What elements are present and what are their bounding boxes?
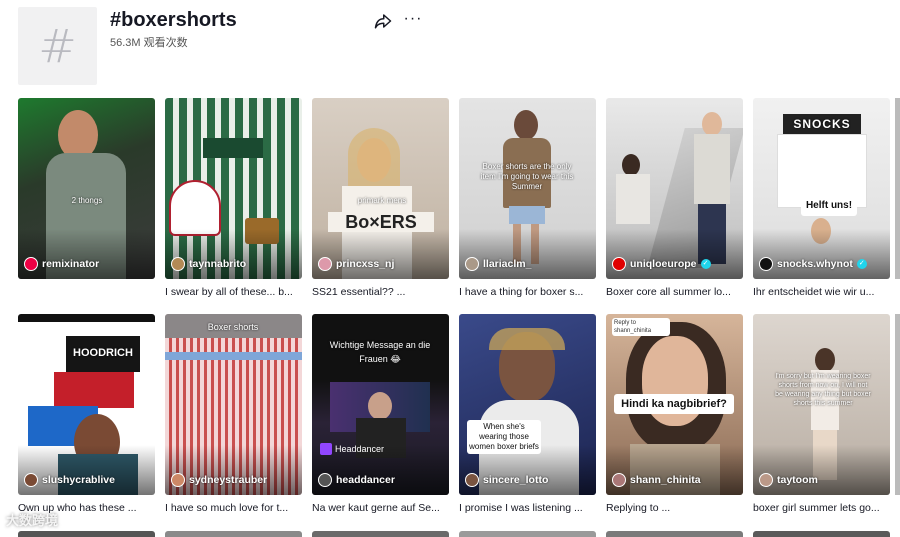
video-thumbnail[interactable]: SNOCKS Helft uns! snocks.whynot ✓: [753, 98, 890, 279]
author[interactable]: taytoom: [759, 473, 818, 487]
overlay-text: Boxer shorts: [207, 322, 259, 332]
video-thumbnail[interactable]: When she's wearing those women boxer bri…: [459, 314, 596, 495]
video-caption[interactable]: [18, 285, 155, 299]
hashtag-avatar: #: [18, 7, 97, 85]
hashtag-icon: #: [38, 19, 77, 73]
overlay-text: 2 thongs: [71, 196, 103, 205]
video-caption[interactable]: I promise I was listening ...: [459, 501, 596, 515]
video-card[interactable]: HOODRICH slushycrablive Own up who has t…: [18, 314, 155, 515]
author-name: sydneystrauber: [189, 474, 268, 486]
video-thumbnail[interactable]: Reply to shann_chinita Hindi ka nagbibri…: [606, 314, 743, 495]
author-name: taynnabrito: [189, 258, 247, 270]
author-name: shann_chinita: [630, 474, 701, 486]
author[interactable]: shann_chinita: [612, 473, 701, 487]
author[interactable]: snocks.whynot ✓: [759, 257, 867, 271]
author-name: princxss_nj: [336, 258, 395, 270]
video-thumbnail[interactable]: I'm sorry but I'm wearing boxer shorts f…: [753, 314, 890, 495]
hashtag-header: # #boxershorts 56.3M 观看次数 ···: [18, 7, 878, 87]
author[interactable]: remixinator: [24, 257, 99, 271]
author-name: headdancer: [336, 474, 395, 486]
author-name: llariaclm_: [483, 258, 532, 270]
sticker-text: Helft uns!: [801, 196, 857, 216]
author-name: uniqloeurope: [630, 258, 697, 270]
video-caption[interactable]: boxer girl summer lets go...: [753, 501, 890, 515]
author-name: sincere_lotto: [483, 474, 549, 486]
view-count: 56.3M 观看次数: [110, 37, 188, 49]
author-name: taytoom: [777, 474, 818, 486]
video-thumbnail[interactable]: uniqloeurope ✓: [606, 98, 743, 279]
overlay-text: primark mens: [357, 196, 407, 205]
author[interactable]: slushycrablive: [24, 473, 115, 487]
more-options-icon[interactable]: ···: [403, 10, 423, 30]
video-caption[interactable]: Ihr entscheidet wie wir u...: [753, 285, 890, 299]
video-card[interactable]: Boxer shorts sydneystrauber I have so mu…: [165, 314, 302, 515]
overlay-text: HOODRICH: [73, 347, 133, 359]
sticker-text: Bo×ERS: [328, 212, 434, 232]
video-card[interactable]: Boxer shorts are the only item I'm going…: [459, 98, 596, 299]
video-caption[interactable]: I swear by all of these... b...: [165, 285, 302, 299]
video-card[interactable]: SNOCKS Helft uns! snocks.whynot ✓ Ihr ent…: [753, 98, 890, 299]
overlay-text: Wichtige Message an die Frauen 😂: [329, 340, 431, 364]
video-thumbnail[interactable]: Boxer shorts are the only item I'm going…: [459, 98, 596, 279]
author[interactable]: princxss_nj: [318, 257, 394, 271]
watermark: 大数跨境: [6, 513, 59, 528]
channel-tag-label: Headdancer: [335, 444, 385, 454]
verified-icon: ✓: [700, 259, 711, 269]
video-thumbnail[interactable]: HOODRICH slushycrablive: [18, 314, 155, 495]
video-caption[interactable]: Na wer kaut gerne auf Se...: [312, 501, 449, 515]
overlay-text: I'm sorry but I'm wearing boxer shorts f…: [775, 373, 871, 407]
video-thumbnail[interactable]: Wichtige Message an die Frauen 😂 Headdan…: [312, 314, 449, 495]
author-name: slushycrablive: [42, 474, 115, 486]
author[interactable]: headdancer: [318, 473, 395, 487]
video-card[interactable]: Reply to shann_chinita Hindi ka nagbibri…: [606, 314, 743, 515]
video-card[interactable]: taynnabrito I swear by all of these... b…: [165, 98, 302, 299]
partial-video-card: [18, 531, 155, 537]
twitch-icon: [320, 443, 332, 455]
video-card[interactable]: I'm sorry but I'm wearing boxer shorts f…: [753, 314, 890, 515]
video-caption[interactable]: Boxer core all summer lo...: [606, 285, 743, 299]
overlay-text: SNOCKS: [793, 117, 851, 131]
partial-video-card: [753, 531, 890, 537]
reply-bubble: Reply to shann_chinita: [612, 318, 670, 336]
partial-video-card: [895, 314, 900, 495]
partial-video-card: [606, 531, 743, 537]
overlay-text: Boxer shorts are the only item I'm going…: [480, 162, 574, 191]
partial-video-card: [312, 531, 449, 537]
video-card[interactable]: When she's wearing those women boxer bri…: [459, 314, 596, 515]
page-title: #boxershorts: [110, 9, 237, 31]
video-caption[interactable]: SS21 essential?? ...: [312, 285, 449, 299]
author[interactable]: uniqloeurope ✓: [612, 257, 711, 271]
author[interactable]: sydneystrauber: [171, 473, 267, 487]
video-thumbnail[interactable]: Boxer shorts sydneystrauber: [165, 314, 302, 495]
share-icon[interactable]: [374, 12, 394, 32]
partial-video-card: [165, 531, 302, 537]
video-card[interactable]: primark mens Bo×ERS princxss_nj SS21 ess…: [312, 98, 449, 299]
author[interactable]: sincere_lotto: [465, 473, 548, 487]
video-thumbnail[interactable]: taynnabrito: [165, 98, 302, 279]
verified-icon: ✓: [856, 259, 867, 269]
video-card[interactable]: Wichtige Message an die Frauen 😂 Headdan…: [312, 314, 449, 515]
overlay-text: When she's wearing those women boxer bri…: [467, 420, 541, 454]
partial-video-card: [895, 98, 900, 279]
video-thumbnail[interactable]: primark mens Bo×ERS princxss_nj: [312, 98, 449, 279]
video-caption[interactable]: I have a thing for boxer s...: [459, 285, 596, 299]
author[interactable]: taynnabrito: [171, 257, 246, 271]
partial-video-card: [459, 531, 596, 537]
video-card[interactable]: 2 thongs remixinator: [18, 98, 155, 299]
author[interactable]: llariaclm_: [465, 257, 531, 271]
video-card[interactable]: uniqloeurope ✓ Boxer core all summer lo..…: [606, 98, 743, 299]
author-name: remixinator: [42, 258, 100, 270]
channel-tag: Headdancer: [320, 442, 400, 456]
video-caption[interactable]: I have so much love for t...: [165, 501, 302, 515]
sticker-text: Hindi ka nagbibrief?: [614, 394, 734, 414]
author-name: snocks.whynot: [777, 258, 853, 270]
video-caption[interactable]: Replying to ...: [606, 501, 743, 515]
video-thumbnail[interactable]: 2 thongs remixinator: [18, 98, 155, 279]
